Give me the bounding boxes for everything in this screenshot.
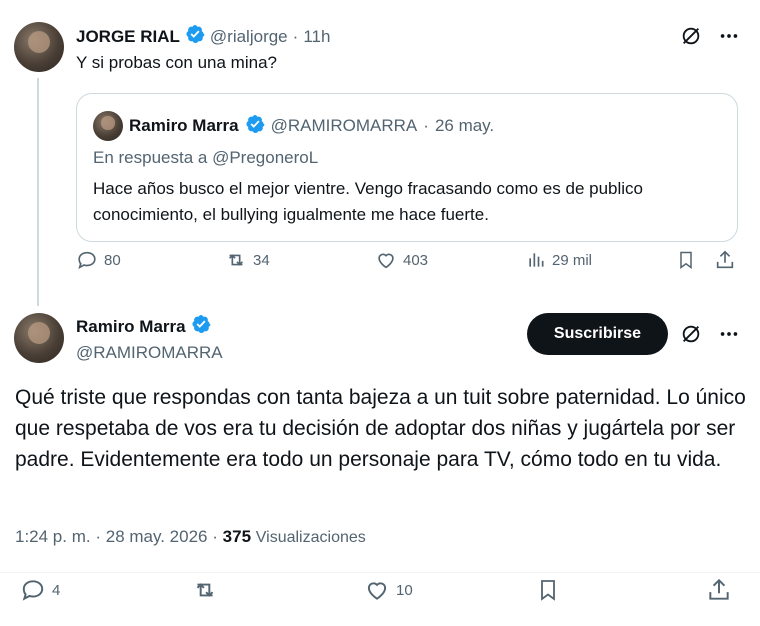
reply-action[interactable]: 4 [20, 577, 60, 603]
quoted-tweet-text: Hace años busco el mejor vientre. Vengo … [93, 179, 643, 224]
reply-author-handle[interactable]: @rialjorge [210, 27, 288, 47]
quoted-author-handle: @RAMIROMARRA [270, 116, 418, 135]
reply-icon [78, 251, 96, 269]
reply-count: 80 [104, 251, 121, 269]
share-action[interactable] [714, 249, 736, 271]
verified-badge-icon [245, 114, 265, 139]
retweet-action[interactable]: 34 [225, 249, 270, 271]
grok-icon[interactable] [680, 323, 702, 345]
divider [0, 572, 760, 573]
share-icon [716, 250, 734, 269]
main-author-handle[interactable]: @RAMIROMARRA [76, 343, 223, 363]
reply-icon [22, 580, 44, 601]
retweet-icon [228, 254, 244, 266]
views-icon [529, 253, 544, 267]
bookmark-action[interactable] [676, 249, 696, 271]
main-tweet-top-actions [680, 323, 740, 345]
views-action[interactable]: 29 mil [526, 250, 592, 270]
more-icon[interactable] [718, 323, 740, 345]
main-tweet-header: Ramiro Marra @RAMIROMARRA [76, 314, 223, 363]
verified-badge-icon [191, 314, 211, 339]
bookmark-action[interactable] [536, 577, 560, 603]
reply-time[interactable]: 11h [303, 27, 330, 47]
quoted-author-name: Ramiro Marra [129, 116, 239, 135]
like-action[interactable]: 403 [375, 249, 428, 271]
reply-count: 4 [52, 581, 61, 599]
share-icon [709, 578, 729, 600]
like-action[interactable]: 10 [364, 577, 413, 603]
quoted-date: 26 may. [434, 116, 495, 135]
retweet-icon [196, 583, 214, 597]
reply-tweet-header: JORGE RIAL @rialjorge · 11h [76, 24, 330, 49]
more-icon[interactable] [718, 25, 740, 47]
bookmark-icon [541, 580, 555, 601]
main-tweet-date[interactable]: 28 may. 2026 [106, 527, 208, 546]
like-count: 403 [403, 251, 429, 269]
reply-action[interactable]: 80 [76, 249, 121, 271]
main-tweet-text: Qué triste que respondas con tanta bajez… [15, 386, 746, 471]
separator-dot: · [423, 116, 429, 135]
subscribe-button[interactable]: Suscribirse [527, 313, 668, 355]
quoted-tweet-card[interactable]: Ramiro Marra @RAMIROMARRA · 26 may. En r… [76, 93, 738, 242]
separator-dot: · [292, 26, 299, 46]
thread-connector-line [37, 78, 39, 306]
grok-icon[interactable] [680, 25, 702, 47]
reply-author-name[interactable]: JORGE RIAL [76, 27, 180, 47]
views-count: 29 mil [552, 251, 593, 269]
separator-dot: · [95, 527, 102, 546]
like-icon [367, 582, 387, 600]
like-icon [378, 253, 394, 269]
reply-tweet-text: Y si probas con una mina? [76, 53, 277, 72]
main-tweet-meta: 1:24 p. m. · 28 may. 2026 · 375 Visualiz… [15, 527, 366, 547]
quoted-tweet-header: Ramiro Marra @RAMIROMARRA · 26 may. [93, 111, 494, 141]
separator-dot: · [212, 527, 218, 546]
quoted-author-avatar [93, 111, 123, 141]
share-action[interactable] [706, 577, 732, 603]
main-tweet-time[interactable]: 1:24 p. m. [15, 527, 91, 546]
views-label: Visualizaciones [255, 529, 366, 546]
retweet-action[interactable] [192, 577, 218, 603]
jorge-rial-avatar[interactable] [14, 22, 64, 72]
views-count: 375 [222, 527, 252, 546]
quoted-in-reply-to: En respuesta a @PregoneroL [93, 148, 319, 167]
verified-badge-icon [185, 24, 205, 49]
reply-tweet-top-actions [680, 25, 740, 47]
bookmark-icon [680, 251, 692, 269]
retweet-count: 34 [253, 251, 270, 269]
ramiro-marra-avatar[interactable] [14, 313, 64, 363]
like-count: 10 [396, 581, 413, 599]
main-author-name[interactable]: Ramiro Marra [76, 317, 186, 337]
